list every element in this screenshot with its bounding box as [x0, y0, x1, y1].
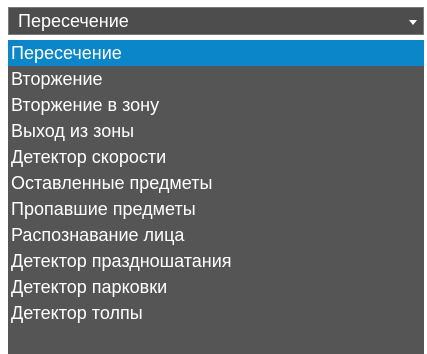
detection-type-dropdown[interactable]: Пересечение Пересечение Вторжение Вторже… [8, 7, 427, 354]
dropdown-option[interactable]: Пропавшие предметы [8, 196, 424, 222]
dropdown-option[interactable]: Вторжение в зону [8, 92, 424, 118]
dropdown-option[interactable]: Оставленные предметы [8, 170, 424, 196]
dropdown-option[interactable]: Выход из зоны [8, 118, 424, 144]
chevron-down-icon[interactable] [409, 20, 417, 25]
dropdown-option-selected[interactable]: Пересечение [8, 40, 424, 66]
dropdown-option[interactable]: Детектор толпы [8, 300, 424, 326]
dropdown-options-list: Пересечение Вторжение Вторжение в зону В… [8, 40, 424, 354]
dropdown-option[interactable]: Детектор парковки [8, 274, 424, 300]
dropdown-option[interactable]: Детектор праздношатания [8, 248, 424, 274]
dropdown-option[interactable]: Распознавание лица [8, 222, 424, 248]
dropdown-option[interactable]: Детектор скорости [8, 144, 424, 170]
dropdown-selected-value: Пересечение [18, 10, 129, 31]
dropdown-select-box[interactable]: Пересечение [8, 7, 424, 35]
dropdown-option[interactable]: Вторжение [8, 66, 424, 92]
